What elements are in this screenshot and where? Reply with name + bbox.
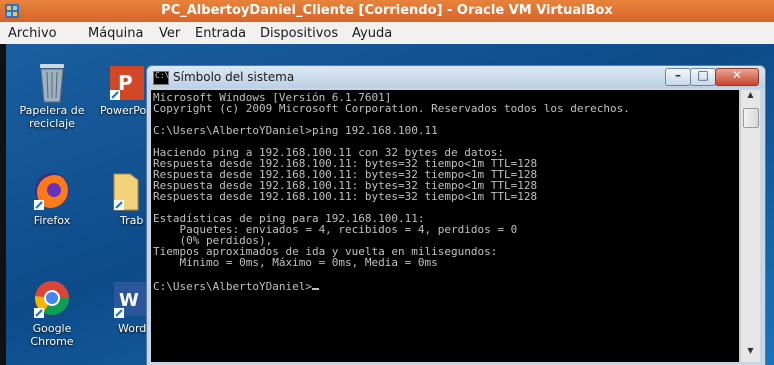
cmd-title: Símbolo del sistema	[173, 70, 295, 84]
chrome-icon	[32, 278, 72, 318]
maximize-button[interactable]: □	[690, 68, 716, 86]
minimize-icon: –	[675, 68, 681, 82]
desktop-icon-label: Word	[118, 322, 146, 335]
text-cursor	[311, 279, 319, 290]
cmd-titlebar[interactable]: C:\ Símbolo del sistema – □ ✕	[147, 66, 765, 88]
console-line: C:\Users\AlbertoYDaniel>ping 192.168.100…	[153, 124, 438, 137]
menu-ayuda[interactable]: Ayuda	[352, 26, 392, 41]
menu-entrada[interactable]: Entrada	[195, 26, 246, 41]
cmd-window: C:\ Símbolo del sistema – □ ✕ Microsoft …	[146, 65, 766, 365]
menu-maquina[interactable]: Máquina	[88, 26, 144, 41]
scroll-up-arrow-icon[interactable]: ▲	[741, 90, 760, 106]
minimize-button[interactable]: –	[665, 68, 691, 86]
svg-text:P: P	[118, 71, 133, 95]
folder-icon	[108, 170, 146, 211]
console-line: Mínimo = 0ms, Máximo = 0ms, Media = 0ms	[153, 256, 438, 269]
desktop-icon-label: Google Chrome	[30, 322, 74, 348]
virtualbox-titlebar: PC_AlbertoyDaniel_Cliente [Corriendo] - …	[0, 0, 774, 22]
desktop-icon-label: PowerPo	[100, 104, 146, 117]
menu-ver[interactable]: Ver	[159, 26, 180, 41]
vertical-scrollbar[interactable]: ▲ ▼	[740, 90, 760, 362]
console-line: Copyright (c) 2009 Microsoft Corporation…	[153, 102, 630, 115]
scroll-down-arrow-icon[interactable]: ▼	[741, 346, 760, 362]
scroll-thumb[interactable]	[743, 108, 759, 128]
window-title: PC_AlbertoyDaniel_Cliente [Corriendo] - …	[161, 3, 613, 18]
close-icon: ✕	[731, 68, 743, 82]
guest-frame-edge	[0, 44, 6, 365]
menu-archivo[interactable]: Archivo	[8, 26, 57, 41]
firefox-icon	[32, 170, 72, 210]
word-icon: W	[108, 278, 146, 318]
desktop-icon-label: Trab	[120, 214, 144, 227]
desktop-icon-label: Firefox	[33, 214, 71, 227]
cmd-app-icon[interactable]: C:\	[153, 71, 169, 85]
guest-desktop: Papelera de reciclaje P PowerPo Firefox	[0, 44, 774, 365]
desktop-icon-folder[interactable]: Trab	[108, 170, 146, 227]
menu-dispositivos[interactable]: Dispositivos	[260, 26, 338, 41]
maximize-icon: □	[697, 68, 709, 82]
desktop-icon-powerpoint[interactable]: P PowerPo	[92, 60, 146, 117]
console-prompt: C:\Users\AlbertoYDaniel>	[153, 280, 312, 293]
desktop-icon-firefox[interactable]: Firefox	[14, 170, 90, 227]
desktop-icon-chrome[interactable]: Google Chrome	[14, 278, 90, 348]
menubar: Archivo Máquina Ver Entrada Dispositivos…	[0, 22, 774, 45]
desktop-icon-label: Papelera de reciclaje	[19, 104, 85, 130]
close-button[interactable]: ✕	[715, 68, 759, 86]
console-line: Respuesta desde 192.168.100.11: bytes=32…	[153, 190, 538, 203]
console-output[interactable]: Microsoft Windows [Versión 6.1.7601] Cop…	[151, 90, 739, 362]
powerpoint-icon: P	[108, 60, 146, 100]
svg-text:W: W	[119, 290, 139, 311]
recycle-bin-icon	[32, 60, 72, 103]
desktop-icon-word[interactable]: W Word	[108, 278, 146, 335]
console-text: Microsoft Windows [Versión 6.1.7601] Cop…	[151, 90, 739, 294]
desktop-icon-recycle-bin[interactable]: Papelera de reciclaje	[14, 60, 90, 130]
